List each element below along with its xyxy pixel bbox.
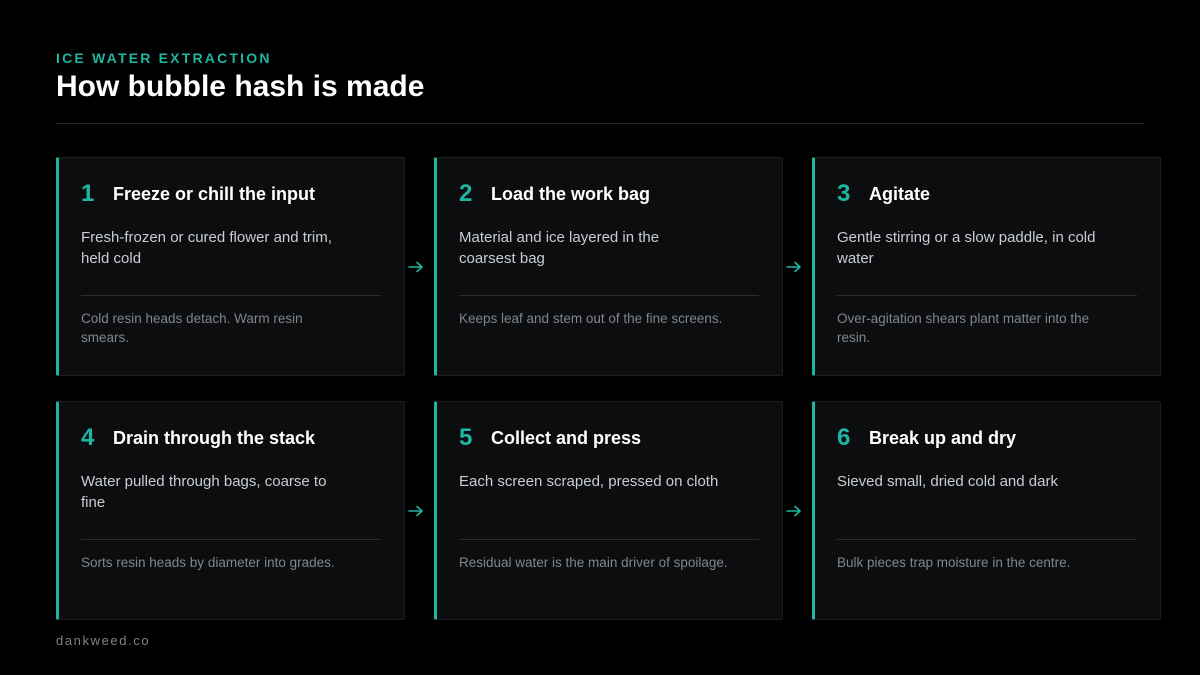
step-description: Fresh-frozen or cured flower and trim, h… xyxy=(81,229,332,267)
step-description: Material and ice layered in the coarsest… xyxy=(459,229,660,267)
step-note: Bulk pieces trap moisture in the centre. xyxy=(837,555,1071,570)
step-divider xyxy=(459,295,759,296)
step-card-5: 5 Collect and press Each screen scraped,… xyxy=(434,401,783,620)
arrow-right-icon xyxy=(408,505,423,517)
step-note: Sorts resin heads by diameter into grade… xyxy=(81,555,335,570)
step-number: 5 xyxy=(459,424,473,451)
step-card-3: 3 Agitate Gentle stirring or a slow padd… xyxy=(812,157,1161,376)
step-divider xyxy=(81,539,381,540)
step-title: Drain through the stack xyxy=(113,428,316,448)
step-note: Over-agitation shears plant matter into … xyxy=(837,311,1090,345)
step-divider xyxy=(459,539,759,540)
step-description: Water pulled through bags, coarse to fin… xyxy=(81,473,327,511)
step-description: Sieved small, dried cold and dark xyxy=(837,473,1058,490)
step-description: Each screen scraped, pressed on cloth xyxy=(459,473,719,490)
arrow-right-icon xyxy=(786,261,801,273)
step-number: 1 xyxy=(81,180,95,207)
step-note: Keeps leaf and stem out of the fine scre… xyxy=(459,311,723,326)
arrow-right-icon xyxy=(786,505,801,517)
step-title: Freeze or chill the input xyxy=(113,184,316,204)
step-number: 2 xyxy=(459,180,473,207)
step-title: Load the work bag xyxy=(491,184,651,204)
step-description: Gentle stirring or a slow paddle, in col… xyxy=(837,229,1096,267)
step-note: Cold resin heads detach. Warm resin smea… xyxy=(81,311,303,345)
step-card-4: 4 Drain through the stack Water pulled t… xyxy=(56,401,405,620)
eyebrow-label: ICE WATER EXTRACTION xyxy=(56,50,272,66)
step-title: Agitate xyxy=(869,184,931,204)
step-divider xyxy=(837,295,1137,296)
step-title: Collect and press xyxy=(491,428,642,448)
footer-brand: dankweed.co xyxy=(56,633,151,648)
step-divider xyxy=(837,539,1137,540)
arrow-right-icon xyxy=(408,261,423,273)
step-number: 6 xyxy=(837,424,851,451)
step-number: 3 xyxy=(837,180,851,207)
step-divider xyxy=(81,295,381,296)
step-card-6: 6 Break up and dry Sieved small, dried c… xyxy=(812,401,1161,620)
step-number: 4 xyxy=(81,424,95,451)
page-title: How bubble hash is made xyxy=(56,70,425,103)
step-title: Break up and dry xyxy=(869,428,1017,448)
header-divider xyxy=(56,123,1144,124)
step-card-2: 2 Load the work bag Material and ice lay… xyxy=(434,157,783,376)
step-card-1: 1 Freeze or chill the input Fresh-frozen… xyxy=(56,157,405,376)
step-note: Residual water is the main driver of spo… xyxy=(459,555,728,570)
